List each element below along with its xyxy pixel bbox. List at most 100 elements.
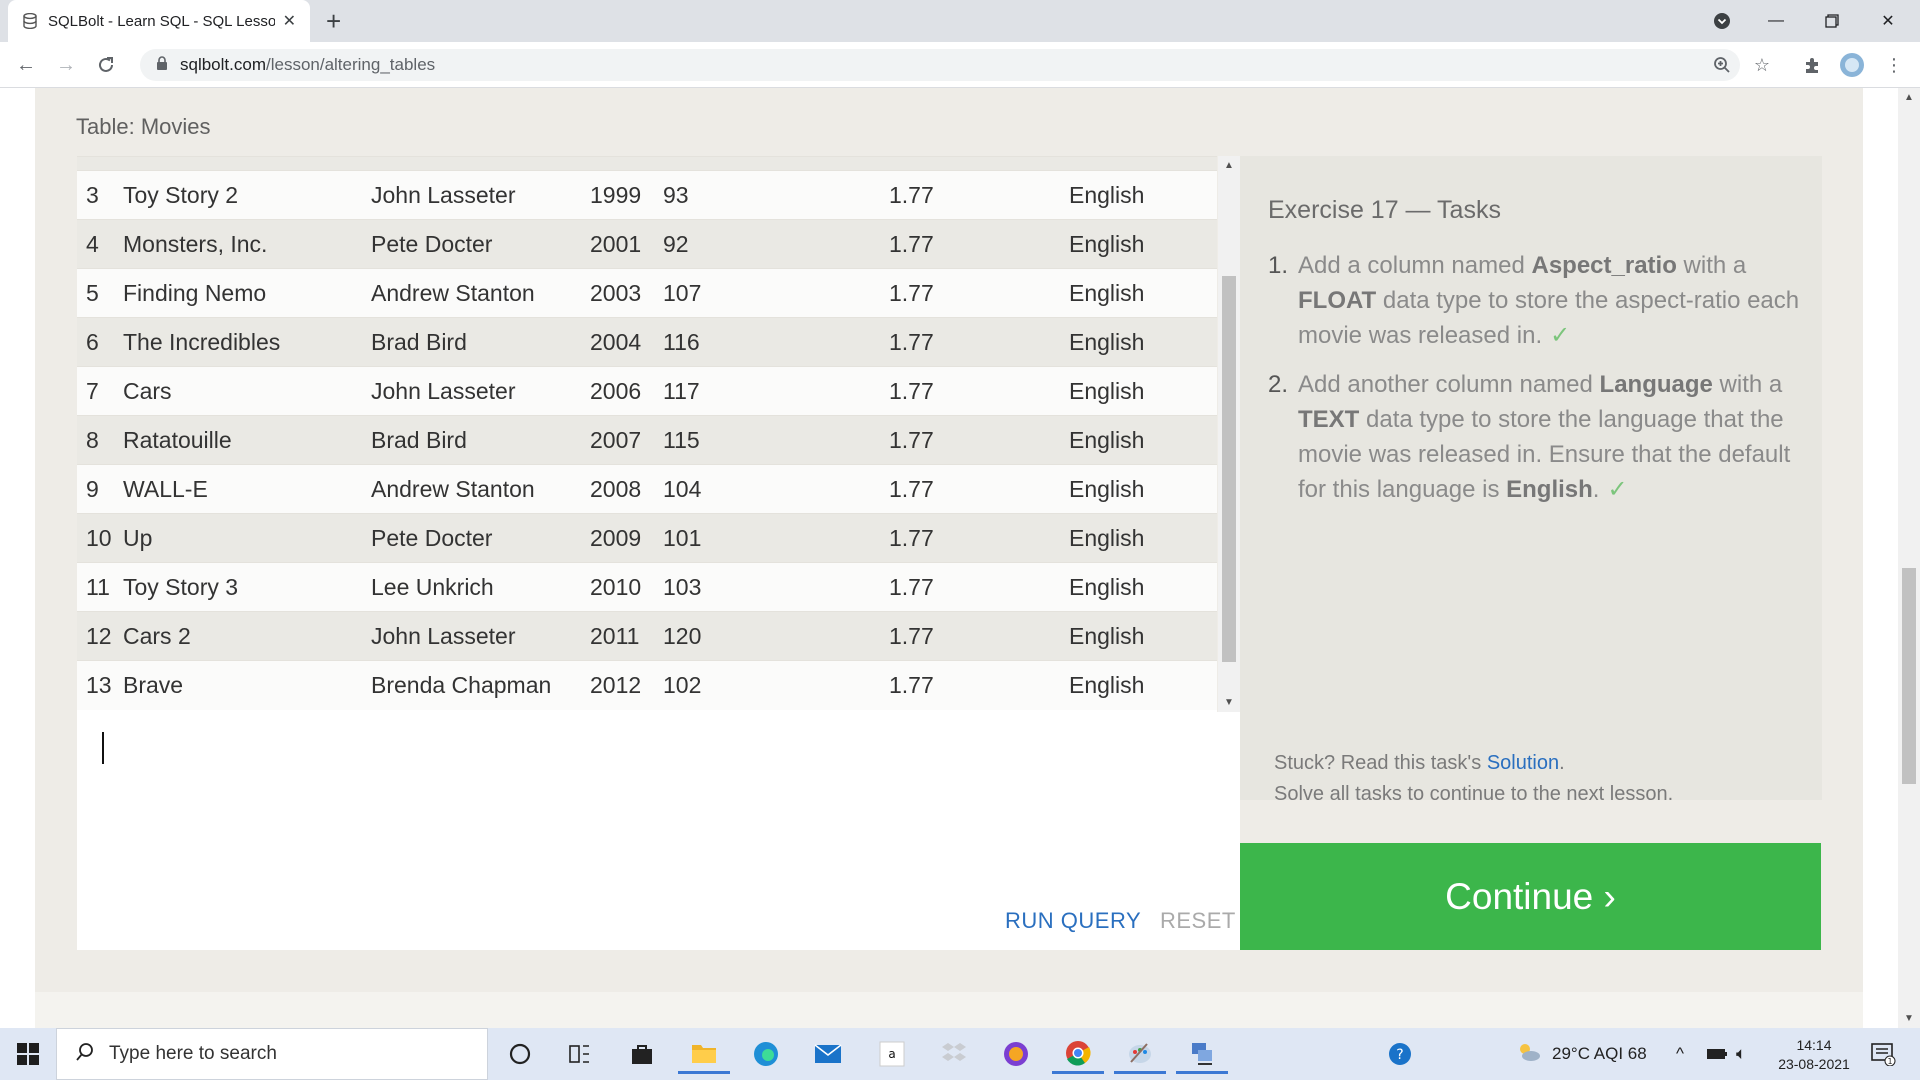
- tab-search-icon[interactable]: [1694, 0, 1750, 42]
- tab-strip: SQLBolt - Learn SQL - SQL Lesson ✕ + — ✕: [0, 0, 1920, 42]
- cell-language: English: [1060, 562, 1217, 612]
- exercise-title: Exercise 17 — Tasks: [1268, 196, 1501, 224]
- notifications-icon[interactable]: 1: [1870, 1028, 1896, 1080]
- cell-aspect: 1.77: [880, 170, 1060, 220]
- browser-tab[interactable]: SQLBolt - Learn SQL - SQL Lesson ✕: [8, 0, 310, 42]
- cell-id: 11: [77, 562, 114, 612]
- taskbar-search-input[interactable]: Type here to search: [56, 1028, 488, 1080]
- table-row: 10 Up Pete Docter 2009 101 1.77 English: [77, 513, 1217, 563]
- show-hidden-icons[interactable]: ^: [1676, 1028, 1684, 1080]
- task-number: 1.: [1268, 252, 1289, 279]
- cell-director: Brad Bird: [362, 415, 581, 465]
- table-row: 5 Finding Nemo Andrew Stanton 2003 107 1.77 En…: [77, 268, 1217, 318]
- cell-director: Pete Docter: [362, 219, 581, 269]
- cell-year: 2004: [581, 317, 654, 367]
- cell-title: Brave: [114, 660, 362, 710]
- zoom-icon[interactable]: [1708, 51, 1736, 79]
- windows-start-icon[interactable]: [0, 1028, 56, 1080]
- page-scrollbar[interactable]: ▲ ▼: [1898, 88, 1920, 1028]
- mail-icon[interactable]: [802, 1034, 854, 1074]
- brave-icon[interactable]: [990, 1034, 1042, 1074]
- run-query-button[interactable]: RUN QUERY: [1005, 908, 1141, 934]
- scroll-down-icon[interactable]: ▼: [1218, 697, 1240, 708]
- cell-id: 13: [77, 660, 114, 710]
- results-scrollbar[interactable]: ▲ ▼: [1218, 156, 1240, 712]
- task-number: 2.: [1268, 371, 1289, 398]
- svg-text:?: ?: [1396, 1047, 1403, 1063]
- back-icon[interactable]: ←: [12, 51, 40, 79]
- menu-kebab-icon[interactable]: ⋮: [1880, 51, 1908, 79]
- database-icon: [22, 13, 38, 29]
- cell-length: 107: [654, 268, 880, 318]
- extensions-icon[interactable]: [1798, 51, 1826, 79]
- solution-link[interactable]: Solution: [1487, 752, 1559, 774]
- url-text: sqlbolt.com/lesson/altering_tables: [180, 55, 435, 75]
- restore-icon[interactable]: [1804, 0, 1860, 42]
- text-caret: [102, 732, 104, 764]
- weather-widget[interactable]: 29°C AQI 68: [1516, 1028, 1647, 1080]
- cell-language: English: [1060, 317, 1217, 367]
- cell-id: 10: [77, 513, 114, 563]
- address-bar[interactable]: sqlbolt.com/lesson/altering_tables: [140, 49, 1740, 81]
- dropbox-icon[interactable]: [928, 1034, 980, 1074]
- reset-button[interactable]: RESET: [1160, 908, 1236, 934]
- task-item: 2. Add another column named Language wit…: [1268, 367, 1808, 507]
- taskbar-clock[interactable]: 14:14 23-08-2021: [1766, 1036, 1862, 1074]
- cell-length: 115: [654, 415, 880, 465]
- amazon-icon[interactable]: a: [866, 1034, 918, 1074]
- cell-director: Brad Bird: [362, 317, 581, 367]
- cell-aspect: 1.77: [880, 464, 1060, 514]
- cell-aspect: 1.77: [880, 268, 1060, 318]
- reload-icon[interactable]: [92, 51, 120, 79]
- window-close-icon[interactable]: ✕: [1860, 0, 1916, 42]
- task-text: Add another column named Language with a…: [1298, 371, 1791, 503]
- profile-avatar-icon[interactable]: [1838, 51, 1866, 79]
- clock-time: 14:14: [1796, 1037, 1832, 1053]
- bookmark-star-icon[interactable]: ☆: [1748, 51, 1776, 79]
- cell-year: 2001: [581, 219, 654, 269]
- cell-year: 2007: [581, 415, 654, 465]
- page-scroll-down-icon[interactable]: ▼: [1898, 1013, 1920, 1024]
- cell-aspect: 1.77: [880, 611, 1060, 661]
- cell-id: 6: [77, 317, 114, 367]
- help-icon[interactable]: ?: [1374, 1034, 1426, 1074]
- edge-icon[interactable]: [740, 1034, 792, 1074]
- minimize-icon[interactable]: —: [1748, 0, 1804, 42]
- page-scroll-thumb[interactable]: [1902, 568, 1916, 784]
- tab-title: SQLBolt - Learn SQL - SQL Lesson: [48, 12, 275, 30]
- forward-icon[interactable]: →: [52, 51, 80, 79]
- task-item: 1. Add a column named Aspect_ratio with …: [1268, 248, 1808, 353]
- volume-icon[interactable]: 🔈︎: [1736, 1028, 1746, 1080]
- cell-language: English: [1060, 660, 1217, 710]
- results-scroll-thumb[interactable]: [1222, 276, 1236, 662]
- task-view-icon[interactable]: [554, 1034, 606, 1074]
- sql-editor[interactable]: RUN QUERY RESET: [77, 712, 1240, 950]
- store-icon[interactable]: [616, 1034, 668, 1074]
- cell-aspect: 1.77: [880, 660, 1060, 710]
- cortana-icon[interactable]: [494, 1034, 546, 1074]
- paint-icon[interactable]: [1114, 1034, 1166, 1074]
- network-app-icon[interactable]: [1176, 1034, 1228, 1074]
- new-tab-button[interactable]: +: [326, 8, 341, 34]
- page-scroll-up-icon[interactable]: ▲: [1898, 92, 1920, 103]
- cell-length: 116: [654, 317, 880, 367]
- battery-icon[interactable]: [1706, 1028, 1728, 1080]
- cell-language: English: [1060, 268, 1217, 318]
- weather-text: 29°C AQI 68: [1552, 1044, 1647, 1063]
- check-icon: ✓: [1607, 476, 1628, 503]
- scroll-up-icon[interactable]: ▲: [1218, 160, 1240, 171]
- table-row: 7 Cars John Lasseter 2006 117 1.77 English: [77, 366, 1217, 416]
- chrome-icon[interactable]: [1052, 1034, 1104, 1074]
- cell-title: Toy Story 2: [114, 170, 362, 220]
- continue-button[interactable]: Continue ›: [1240, 843, 1821, 950]
- file-explorer-icon[interactable]: [678, 1034, 730, 1074]
- cell-language: English: [1060, 366, 1217, 416]
- close-tab-icon[interactable]: ✕: [283, 11, 296, 31]
- cell-length: 102: [654, 660, 880, 710]
- cell-director: John Lasseter: [362, 611, 581, 661]
- table-row: 9 WALL-E Andrew Stanton 2008 104 1.77 English: [77, 464, 1217, 514]
- cell-year: 2010: [581, 562, 654, 612]
- cell-length: 101: [654, 513, 880, 563]
- cell-year: 2009: [581, 513, 654, 563]
- cell-length: 92: [654, 219, 880, 269]
